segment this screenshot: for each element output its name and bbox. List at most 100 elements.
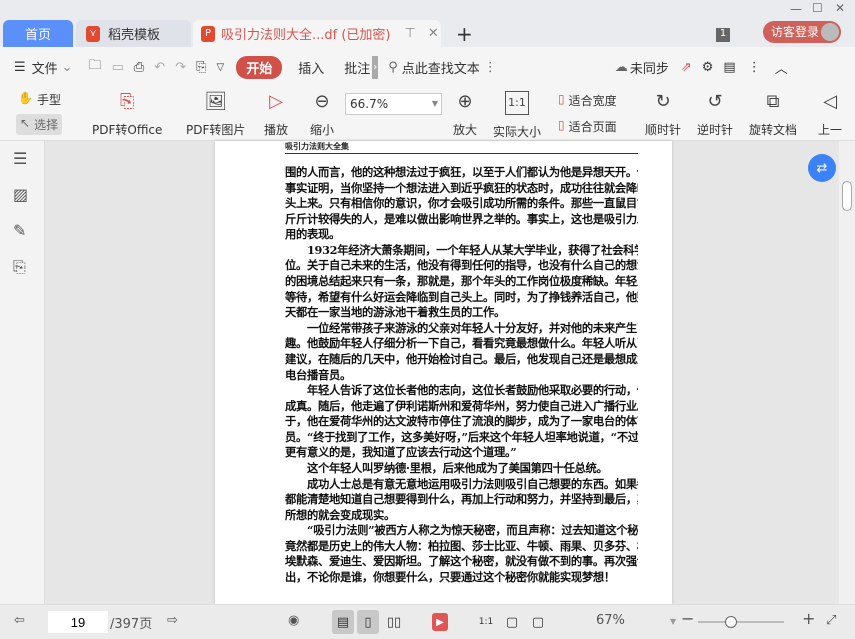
hand-tool[interactable]: ✋ 手型 xyxy=(18,91,61,108)
fullscreen-icon[interactable]: ⤢ xyxy=(826,613,836,628)
scrollbar-thumb[interactable] xyxy=(842,181,852,211)
convert-float-button[interactable]: ⇄ xyxy=(808,154,836,182)
fit-page-icon: ▯ xyxy=(558,118,565,132)
rotate-document-button[interactable]: ⧉ 旋转文档 xyxy=(749,91,797,138)
export-icon[interactable]: ⎘ xyxy=(196,60,206,75)
chevron-down-icon[interactable]: ⌄ xyxy=(62,60,73,75)
new-tab-icon[interactable]: + xyxy=(456,22,473,46)
thumbnail-icon[interactable]: ▨ xyxy=(13,185,28,204)
select-tool[interactable]: ↖ 选择 xyxy=(16,114,63,135)
tab-insert[interactable]: 插入 xyxy=(298,58,324,77)
share-icon[interactable]: ⇗ xyxy=(681,60,692,75)
text-line: “吸引力法则”被西方人称之为惊天秘密，而且声称：过去知道这个秘密的， xyxy=(307,523,638,538)
tab-home[interactable]: 首页 xyxy=(3,20,73,47)
fit-width-icon[interactable]: ▢ xyxy=(527,610,549,634)
maximize-icon[interactable]: ☐ xyxy=(812,1,823,15)
search-input[interactable]: 点此查找文本 xyxy=(402,58,480,77)
zoom-out-label: 缩小 xyxy=(310,123,335,137)
more-vertical-icon[interactable]: ⋮ xyxy=(484,60,497,75)
redo-icon[interactable]: ↷ xyxy=(175,60,186,75)
dual-page-icon[interactable]: ▯▯ xyxy=(383,610,405,634)
title-bar: 首页 ⋎ 稻壳模板 P 吸引力法则大全...df (已加密) ⊤ ✕ + 1 访客登录 … xyxy=(0,0,855,47)
text-line: 埃默森、爱迪生、爱因斯坦。了解这个秘密，就没有做不到的事。再次强调指 xyxy=(285,554,638,569)
zoom-out-button[interactable]: ⊖ 缩小 xyxy=(310,91,334,138)
rotate-clockwise-button[interactable]: ↻ 顺时针 xyxy=(645,91,681,138)
zoom-in-button[interactable]: ⊕ 放大 xyxy=(453,91,477,138)
zoom-select[interactable]: 66.7% ▼ xyxy=(345,93,442,115)
zoom-plus-icon[interactable]: + xyxy=(802,609,815,628)
next-page-icon[interactable]: ⇨ xyxy=(167,613,178,628)
text-line: 出，不论你是谁，你想要什么，只要通过这个秘密你就能实现梦想！ xyxy=(285,570,615,585)
pin-icon[interactable]: ⊤ xyxy=(405,26,416,41)
extract-icon[interactable]: ⎘ xyxy=(13,257,26,277)
fit-width-button[interactable]: ▯ 适合宽度 xyxy=(558,92,617,109)
clockwise-label: 顺时针 xyxy=(645,123,682,137)
pdf-to-office-button[interactable]: ⎘ PDF转Office xyxy=(92,91,162,138)
minimize-icon[interactable]: — xyxy=(790,2,802,16)
fit-page-button[interactable]: ▯ 适合页面 xyxy=(558,118,617,135)
pdf-to-image-label: PDF转图片 xyxy=(186,123,246,137)
header-rule xyxy=(285,153,638,154)
login-button[interactable]: 访客登录 xyxy=(763,21,841,43)
zoom-slider-knob[interactable] xyxy=(724,616,737,628)
single-page-icon[interactable]: ▯ xyxy=(357,610,379,634)
pdf-icon: P xyxy=(201,25,215,42)
fit-page-icon[interactable]: ▢ xyxy=(501,610,523,634)
rotate-counter-icon: ↺ xyxy=(707,91,723,112)
sync-status[interactable]: 未同步 xyxy=(630,58,669,77)
rotate-counter-button[interactable]: ↺ 逆时针 xyxy=(697,91,733,138)
text-line: 年轻人告诉了这位长者他的志向，这位长者鼓励他采取必要的行动，使梦想 xyxy=(307,383,638,398)
menu-icon[interactable]: ☰ xyxy=(14,60,26,75)
actual-size-button[interactable]: 1:1 实际大小 xyxy=(493,91,541,140)
zoom-percent[interactable]: 67% xyxy=(596,613,625,628)
window-count-badge[interactable]: 1 xyxy=(716,28,730,42)
print-icon[interactable]: ⎙ xyxy=(134,60,144,75)
hand-label: 手型 xyxy=(36,93,61,107)
play-icon: ▷ xyxy=(269,91,283,112)
more-dropdown-icon[interactable]: ▽ xyxy=(217,62,225,73)
annotation-icon[interactable]: ✎ xyxy=(13,221,26,240)
previous-label: 上一 xyxy=(818,123,843,137)
more-icon[interactable]: ⋮ xyxy=(748,60,761,75)
text-line: 于，他在爱荷华州的达文波特市停住了流浪的脚步，成为了一家电台的体育播音 xyxy=(285,414,638,429)
scroll-right-icon[interactable]: › xyxy=(372,55,379,79)
pdf-to-image-button[interactable]: 🖼 PDF转图片 xyxy=(186,91,245,138)
rotate-document-icon: ⧉ xyxy=(766,91,780,112)
settings-icon[interactable]: ⚙ xyxy=(702,60,714,75)
cursor-icon: ↖ xyxy=(20,116,31,130)
undo-icon[interactable]: ↶ xyxy=(154,60,165,75)
text-line: 成功人士总是有意无意地运用吸引力法则吸引自己想要的东西。如果每个人 xyxy=(307,476,638,491)
previous-button[interactable]: ◁ 上一 xyxy=(818,91,842,138)
tab-templates[interactable]: ⋎ 稻壳模板 xyxy=(76,20,191,47)
comment-icon[interactable]: ▤ xyxy=(723,60,735,75)
save-icon[interactable]: ▭ xyxy=(112,60,124,75)
outline-icon[interactable]: ☰ xyxy=(13,149,27,168)
actual-size-icon[interactable]: 1:1 xyxy=(475,610,497,634)
tab-document-label: 吸引力法则大全...df (已加密) xyxy=(221,28,391,43)
page-number-input[interactable] xyxy=(48,611,108,633)
vertical-scrollbar[interactable] xyxy=(839,141,855,604)
zoom-slider[interactable] xyxy=(698,616,784,628)
continuous-view-icon[interactable]: ▤ xyxy=(332,610,354,634)
fit-width-icon: ▯ xyxy=(558,92,565,106)
eye-protection-icon[interactable]: ◉ xyxy=(288,613,299,628)
tab-annotate[interactable]: 批注 xyxy=(344,58,370,77)
play-slideshow-icon[interactable]: ▶ xyxy=(432,613,448,631)
prev-page-icon[interactable]: ⇦ xyxy=(14,613,25,628)
play-button[interactable]: ▷ 播放 xyxy=(264,91,288,138)
collapse-ribbon-icon[interactable]: ︿ xyxy=(775,58,788,77)
close-window-icon[interactable]: ✕ xyxy=(835,1,845,15)
search-icon: ⚲ xyxy=(388,59,398,75)
zoom-dropdown-icon[interactable]: ▼ xyxy=(670,617,676,626)
zoom-minus-icon[interactable]: − xyxy=(681,609,694,628)
fit-width-label: 适合宽度 xyxy=(568,94,617,108)
tab-start[interactable]: 开始 xyxy=(236,55,283,79)
open-icon[interactable]: 🗀 xyxy=(89,56,102,78)
file-menu[interactable]: 文件 xyxy=(32,58,58,77)
rotate-clockwise-icon: ↻ xyxy=(655,91,671,112)
close-tab-icon[interactable]: ✕ xyxy=(428,26,439,41)
zoom-value: 66.7% xyxy=(350,97,389,111)
select-label: 选择 xyxy=(34,118,59,132)
play-label: 播放 xyxy=(264,123,289,137)
tab-document[interactable]: P 吸引力法则大全...df (已加密) ⊤ ✕ xyxy=(193,20,441,47)
